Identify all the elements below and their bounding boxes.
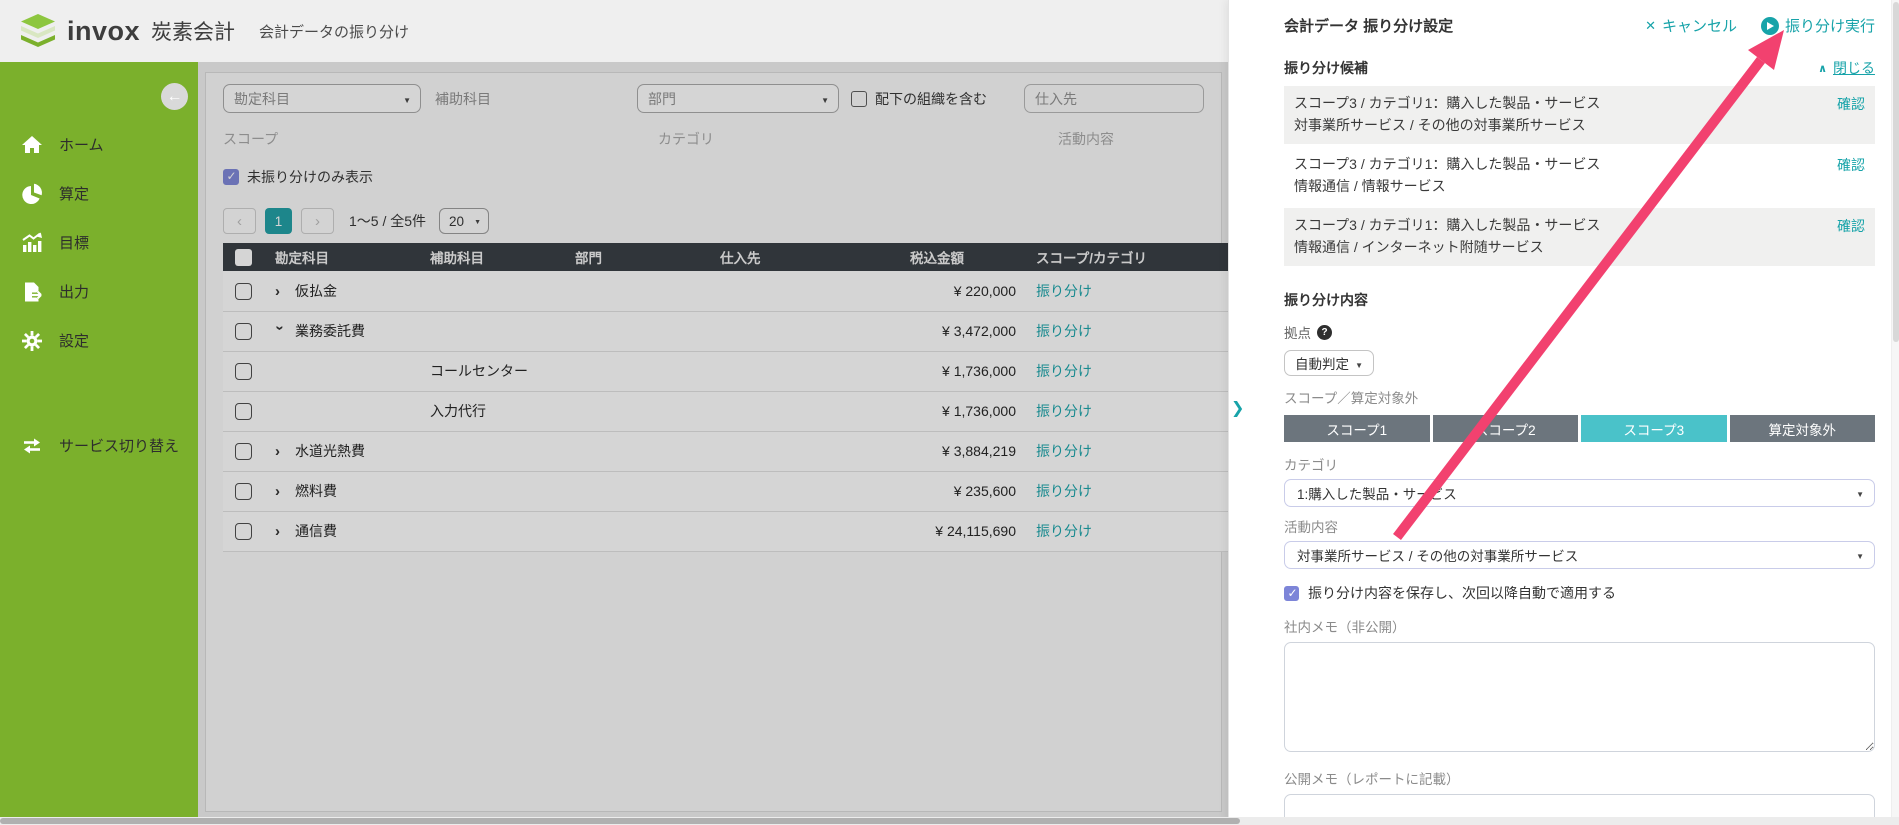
scope-button-group: スコープ1 スコープ2 スコープ3 算定対象外 (1284, 415, 1875, 442)
activity-field-label: 活動内容 (1284, 520, 1338, 535)
candidate-activity-line: 情報通信 / 情報サービス (1294, 178, 1446, 194)
export-icon (20, 280, 43, 303)
sidebar-item-label: 設定 (59, 333, 90, 350)
modal-dim-overlay (198, 62, 1228, 825)
home-icon (20, 133, 43, 156)
category-select-value: 1:購入した製品・サービス (1297, 487, 1457, 502)
close-x-icon: ✕ (1645, 17, 1656, 33)
allocation-content-title: 振り分け内容 (1284, 292, 1368, 308)
candidate-item[interactable]: スコープ3 / カテゴリ1：購入した製品・サービス 情報通信 / インターネット… (1284, 208, 1875, 266)
sidebar-item-label: 算定 (59, 186, 90, 203)
sidebar: ← ホーム 算定 目標 出力 設定 サービス切り替え (0, 62, 198, 825)
vertical-scrollbar[interactable] (1891, 0, 1899, 817)
bar-chart-icon (20, 231, 43, 254)
base-select[interactable]: 自動判定 ▼ (1284, 350, 1374, 376)
close-label: 閉じる (1833, 60, 1875, 76)
candidate-item[interactable]: スコープ3 / カテゴリ1：購入した製品・サービス 対事業所サービス / その他… (1284, 86, 1875, 144)
save-setting-label: 振り分け内容を保存し、次回以降自動で適用する (1308, 585, 1616, 601)
panel-title: 会計データ 振り分け設定 (1284, 18, 1454, 35)
candidates-list: スコープ3 / カテゴリ1：購入した製品・サービス 対事業所サービス / その他… (1284, 86, 1875, 266)
sidebar-collapse-button[interactable]: ← (161, 83, 188, 110)
candidate-item[interactable]: スコープ3 / カテゴリ1：購入した製品・サービス 情報通信 / 情報サービス … (1284, 147, 1875, 205)
pie-chart-icon (20, 182, 43, 205)
sidebar-item-service-switch[interactable]: サービス切り替え (0, 421, 198, 470)
top-bar: invox 炭素会計 会計データの振り分け (0, 0, 1228, 62)
horizontal-scrollbar[interactable] (0, 817, 1899, 825)
app-root: invox 炭素会計 会計データの振り分け ← ホーム 算定 目標 出力 設定 … (0, 0, 1899, 825)
confirm-link[interactable]: 確認 (1837, 215, 1865, 237)
sidebar-item-home[interactable]: ホーム (0, 120, 198, 169)
public-memo-label: 公開メモ（レポートに記載） (1284, 772, 1460, 787)
base-field-label: 拠点 ? (1284, 322, 1875, 342)
sidebar-nav: ホーム 算定 目標 出力 設定 サービス切り替え (0, 120, 198, 470)
confirm-link[interactable]: 確認 (1837, 154, 1865, 176)
candidates-header: 振り分け候補 ∧ 閉じる (1284, 58, 1875, 78)
execute-allocation-button[interactable]: 振り分け実行 (1760, 15, 1875, 36)
sidebar-item-settings[interactable]: 設定 (0, 316, 198, 365)
panel-actions: ✕ キャンセル 振り分け実行 (1645, 15, 1875, 36)
sidebar-item-label: 目標 (59, 235, 90, 252)
base-select-value: 自動判定 (1295, 357, 1349, 372)
scope3-button[interactable]: スコープ3 (1581, 415, 1727, 442)
scope-section-label: スコープ／算定対象外 (1284, 391, 1419, 406)
sidebar-item-label: ホーム (59, 137, 104, 154)
gear-icon (20, 329, 43, 352)
sidebar-item-output[interactable]: 出力 (0, 267, 198, 316)
scope2-button[interactable]: スコープ2 (1432, 415, 1578, 442)
save-setting-option: 振り分け内容を保存し、次回以降自動で適用する (1284, 583, 1875, 603)
activity-select-value: 対事業所サービス / その他の対事業所サービス (1297, 549, 1579, 564)
sidebar-item-target[interactable]: 目標 (0, 218, 198, 267)
main-content: 勘定科目 ▼ 部門 ▼ 配下の組織を含む スコープ カテゴリ 活動内容 (198, 62, 1230, 825)
cancel-button[interactable]: ✕ キャンセル (1645, 15, 1737, 36)
chevron-down-icon: ▼ (1856, 552, 1864, 561)
candidate-activity-line: 情報通信 / インターネット附随サービス (1294, 239, 1544, 255)
execute-label: 振り分け実行 (1784, 18, 1875, 35)
help-icon[interactable]: ? (1317, 324, 1332, 340)
activity-select[interactable]: 対事業所サービス / その他の対事業所サービス ▼ (1284, 541, 1875, 569)
brand-logo[interactable]: invox 炭素会計 (18, 14, 235, 48)
sidebar-item-label: サービス切り替え (59, 438, 180, 455)
panel-header: 会計データ 振り分け設定 ✕ キャンセル 振り分け実行 (1284, 15, 1875, 36)
vertical-scrollbar-thumb[interactable] (1893, 2, 1899, 342)
nav-current-page[interactable]: 会計データの振り分け (259, 21, 409, 42)
candidate-scope-line: スコープ3 / カテゴリ1：購入した製品・サービス (1294, 156, 1601, 172)
category-field-label: カテゴリ (1284, 458, 1338, 473)
play-icon (1760, 16, 1779, 35)
chevron-down-icon: ▼ (1856, 490, 1864, 499)
candidates-title: 振り分け候補 (1284, 60, 1368, 76)
arrow-left-icon: ← (166, 87, 183, 105)
switch-icon (20, 434, 43, 457)
horizontal-scrollbar-thumb[interactable] (0, 818, 1240, 824)
sidebar-item-calculation[interactable]: 算定 (0, 169, 198, 218)
allocation-settings-panel: ❯ 会計データ 振り分け設定 ✕ キャンセル 振り分け実行 振り分け候補 ∧ 閉… (1228, 0, 1899, 825)
chevron-up-icon: ∧ (1818, 62, 1827, 75)
save-setting-checkbox[interactable] (1284, 585, 1299, 601)
invox-logo-icon (21, 14, 55, 47)
close-candidates-link[interactable]: ∧ 閉じる (1818, 58, 1875, 78)
brand-suffix: 炭素会計 (151, 21, 236, 44)
category-select[interactable]: 1:購入した製品・サービス ▼ (1284, 479, 1875, 507)
chevron-down-icon: ▼ (1355, 361, 1363, 370)
internal-memo-textarea[interactable] (1284, 642, 1875, 752)
out-of-scope-button[interactable]: 算定対象外 (1729, 415, 1875, 442)
panel-collapse-chevron-icon[interactable]: ❯ (1231, 398, 1244, 418)
candidate-activity-line: 対事業所サービス / その他の対事業所サービス (1294, 117, 1586, 133)
candidate-scope-line: スコープ3 / カテゴリ1：購入した製品・サービス (1294, 95, 1601, 111)
base-label: 拠点 (1284, 326, 1311, 341)
brand-name: invox (67, 15, 141, 46)
internal-memo-label: 社内メモ（非公開） (1284, 620, 1406, 635)
candidate-scope-line: スコープ3 / カテゴリ1：購入した製品・サービス (1294, 217, 1601, 233)
scope1-button[interactable]: スコープ1 (1284, 415, 1430, 442)
sidebar-item-label: 出力 (59, 284, 90, 301)
cancel-label: キャンセル (1661, 18, 1737, 35)
confirm-link[interactable]: 確認 (1837, 93, 1865, 115)
